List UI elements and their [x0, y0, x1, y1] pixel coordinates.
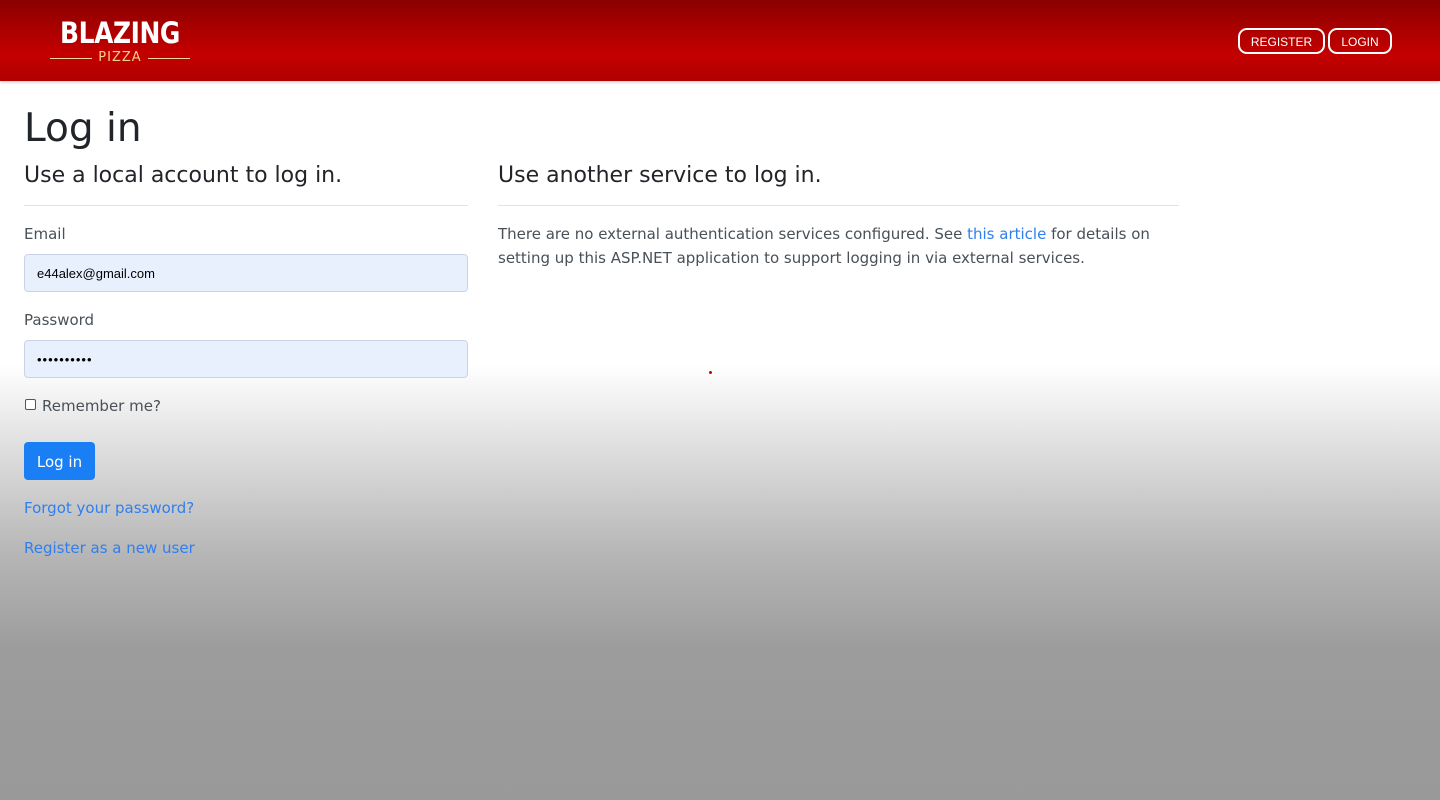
external-auth-message: There are no external authentication ser…: [498, 222, 1158, 270]
remember-me-checkbox[interactable]: [25, 399, 36, 410]
login-submit-button[interactable]: Log in: [24, 442, 95, 480]
remember-me-label[interactable]: Remember me?: [42, 396, 161, 416]
external-service-heading: Use another service to log in.: [498, 163, 822, 188]
logo-subtitle-row: PIZZA: [50, 50, 190, 66]
password-field[interactable]: [24, 340, 468, 378]
blazing-pizza-logo[interactable]: BLAZING PIZZA: [50, 14, 190, 68]
external-service-divider: [498, 205, 1179, 206]
external-auth-text-before: There are no external authentication ser…: [498, 225, 968, 243]
top-navbar: BLAZING PIZZA REGISTER LOGIN: [0, 0, 1440, 81]
password-label: Password: [24, 311, 95, 329]
this-article-link[interactable]: this article: [967, 225, 1046, 243]
email-field[interactable]: [24, 254, 468, 292]
login-nav-button[interactable]: LOGIN: [1328, 28, 1392, 54]
page-title: Log in: [24, 106, 142, 151]
email-label: Email: [24, 225, 66, 243]
forgot-password-link[interactable]: Forgot your password?: [24, 498, 194, 518]
loading-dot: [709, 371, 712, 374]
logo-line-right: [148, 58, 190, 59]
local-account-heading: Use a local account to log in.: [24, 163, 343, 188]
register-nav-button[interactable]: REGISTER: [1238, 28, 1325, 54]
local-account-divider: [24, 205, 468, 206]
register-new-user-link[interactable]: Register as a new user: [24, 538, 195, 558]
logo-text-main: BLAZING: [60, 16, 180, 50]
